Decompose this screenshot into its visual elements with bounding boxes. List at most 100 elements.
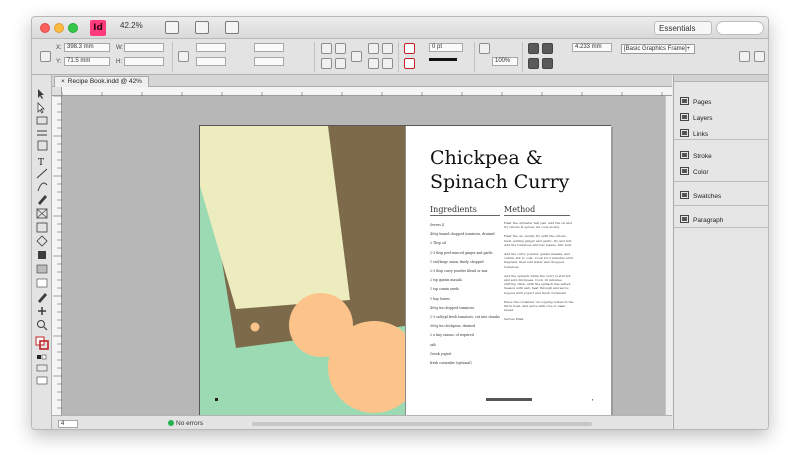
method-heading[interactable]: Method	[504, 205, 535, 214]
ingredient-item: 2 Tbsp oil	[430, 241, 446, 246]
zoom-level-field[interactable]: 42.2%	[120, 21, 143, 30]
select-content-icon[interactable]	[368, 58, 379, 69]
shear-field[interactable]	[254, 57, 284, 66]
separator	[314, 42, 315, 72]
ingredient-item: salt	[430, 342, 436, 347]
swatches-icon	[680, 191, 689, 199]
rectangle-tool-icon	[36, 222, 48, 233]
ingredient-item: 1 red/large onion, finely chopped	[430, 259, 484, 264]
quick-apply-icon[interactable]	[739, 51, 750, 62]
page-marker-right: ▪	[592, 397, 594, 402]
scale-x-field[interactable]	[196, 43, 226, 52]
height-field[interactable]	[124, 57, 164, 66]
width-field[interactable]	[124, 43, 164, 52]
fill-proportionally-icon[interactable]	[542, 58, 553, 69]
footer-bar	[486, 398, 532, 401]
method-text[interactable]: Heat the oil/water bell pan. Add the oil…	[504, 221, 574, 327]
panel-pages[interactable]: Pages	[680, 97, 711, 109]
page-number-field[interactable]: 4	[58, 420, 78, 428]
rotation-field[interactable]	[254, 43, 284, 52]
panel-paragraph[interactable]: Paragraph	[680, 215, 723, 227]
app-bar: Id 42.2% Essentials	[32, 17, 768, 39]
minimize-window-button[interactable]	[54, 23, 64, 33]
search-input[interactable]	[716, 21, 764, 35]
method-rule	[504, 215, 570, 216]
vertical-scrollbar[interactable]	[665, 96, 672, 415]
reference-point-icon[interactable]	[40, 51, 51, 62]
offset-field[interactable]: 4.233 mm	[572, 43, 612, 52]
method-paragraph: Heat the oil. Gently fry until the onion…	[504, 234, 573, 247]
document-tab-bar: × Recipe Book.indd @ 42%	[52, 75, 672, 87]
right-page[interactable]: Chickpea & Spinach Curry Ingredients Met…	[406, 126, 611, 415]
workspace-switcher[interactable]: Essentials	[654, 21, 712, 35]
ingredient-item: fresh coriander (optional)	[430, 361, 472, 366]
y-label: Y:	[56, 59, 62, 65]
panel-swatches[interactable]: Swatches	[680, 191, 721, 203]
ruler-origin[interactable]	[52, 87, 62, 96]
opacity-field[interactable]: 100%	[492, 57, 518, 66]
ingredient-item: 2 x tiny onions, of required	[430, 333, 474, 338]
close-window-button[interactable]	[40, 23, 50, 33]
constrain-proportions-icon[interactable]	[178, 51, 189, 62]
panel-color[interactable]: Color	[680, 167, 709, 179]
fit-frame-icon[interactable]	[542, 43, 553, 54]
fit-proportionally-icon[interactable]	[528, 58, 539, 69]
recipe-title[interactable]: Chickpea & Spinach Curry	[430, 146, 569, 194]
tools-panel: T	[32, 75, 52, 429]
object-style-dropdown[interactable]: [Basic Graphics Frame]+	[621, 44, 695, 54]
fit-content-icon[interactable]	[528, 43, 539, 54]
close-tab-icon[interactable]: ×	[61, 78, 65, 85]
left-page[interactable]	[200, 126, 405, 415]
preflight-label: No errors	[176, 420, 204, 427]
arrange-documents-icon[interactable]	[225, 21, 239, 34]
horizontal-scrollbar[interactable]	[252, 422, 592, 426]
flip-vertical-icon[interactable]	[335, 58, 346, 69]
color-icon	[680, 167, 689, 175]
stroke-swatch-icon[interactable]	[404, 58, 415, 69]
ingredients-list[interactable]: Serves 4 400g tinned chopped tomatoes, dr…	[430, 221, 500, 368]
drop-shadow-icon[interactable]	[479, 43, 490, 54]
page-spread: Chickpea & Spinach Curry Ingredients Met…	[199, 125, 611, 415]
ingredients-heading[interactable]: Ingredients	[430, 205, 477, 214]
type-tool-icon: T	[38, 158, 44, 168]
pasteboard[interactable]: Chickpea & Spinach Curry Ingredients Met…	[62, 96, 665, 415]
ingredient-item: Serves 4	[430, 223, 444, 227]
panel-layers[interactable]: Layers	[680, 113, 713, 125]
rotate-ccw-icon[interactable]	[335, 43, 346, 54]
horizontal-ruler[interactable]	[61, 87, 672, 100]
y-position-field[interactable]: 71.5 mm	[64, 57, 110, 66]
panel-label: Color	[693, 169, 709, 176]
dock-separator	[674, 181, 768, 182]
ingredient-item: 300g tin chickpeas, drained	[430, 324, 476, 329]
select-previous-icon[interactable]	[368, 43, 379, 54]
panel-stroke[interactable]: Stroke	[680, 151, 712, 163]
formatting-affects-icon	[36, 364, 48, 372]
select-next-icon[interactable]	[382, 43, 393, 54]
zoom-window-button[interactable]	[68, 23, 78, 33]
ingredients-rule	[430, 215, 500, 216]
gap-tool-icon	[37, 130, 47, 136]
stroke-type-sample[interactable]	[429, 58, 457, 61]
ingredient-item: 2 tsp garam masala	[430, 278, 462, 283]
view-options-icon[interactable]	[195, 21, 209, 34]
flip-horizontal-icon[interactable]	[321, 58, 332, 69]
rotate-cw-icon[interactable]	[321, 43, 332, 54]
select-parent-icon[interactable]	[382, 58, 393, 69]
method-paragraph: Heat the oil/water bell pan. Add the oil…	[504, 221, 572, 230]
scale-y-field[interactable]	[196, 57, 226, 66]
document-tab-title: Recipe Book.indd @ 42%	[67, 78, 142, 85]
separator	[474, 42, 475, 72]
fill-swatch-icon[interactable]	[404, 43, 415, 54]
panel-menu-icon[interactable]	[754, 51, 765, 62]
dock-separator	[674, 227, 768, 228]
select-container-icon[interactable]	[351, 51, 362, 62]
x-position-field[interactable]: 398.3 mm	[64, 43, 110, 52]
layers-icon	[680, 113, 689, 121]
document-tab[interactable]: × Recipe Book.indd @ 42%	[54, 76, 149, 87]
separator	[398, 42, 399, 72]
dock-grip[interactable]	[674, 75, 768, 82]
screen-mode-icon[interactable]	[165, 21, 179, 34]
stroke-weight-field[interactable]: 0 pt	[429, 43, 463, 52]
preflight-status[interactable]: No errors	[168, 420, 203, 427]
vertical-ruler[interactable]	[52, 95, 62, 415]
